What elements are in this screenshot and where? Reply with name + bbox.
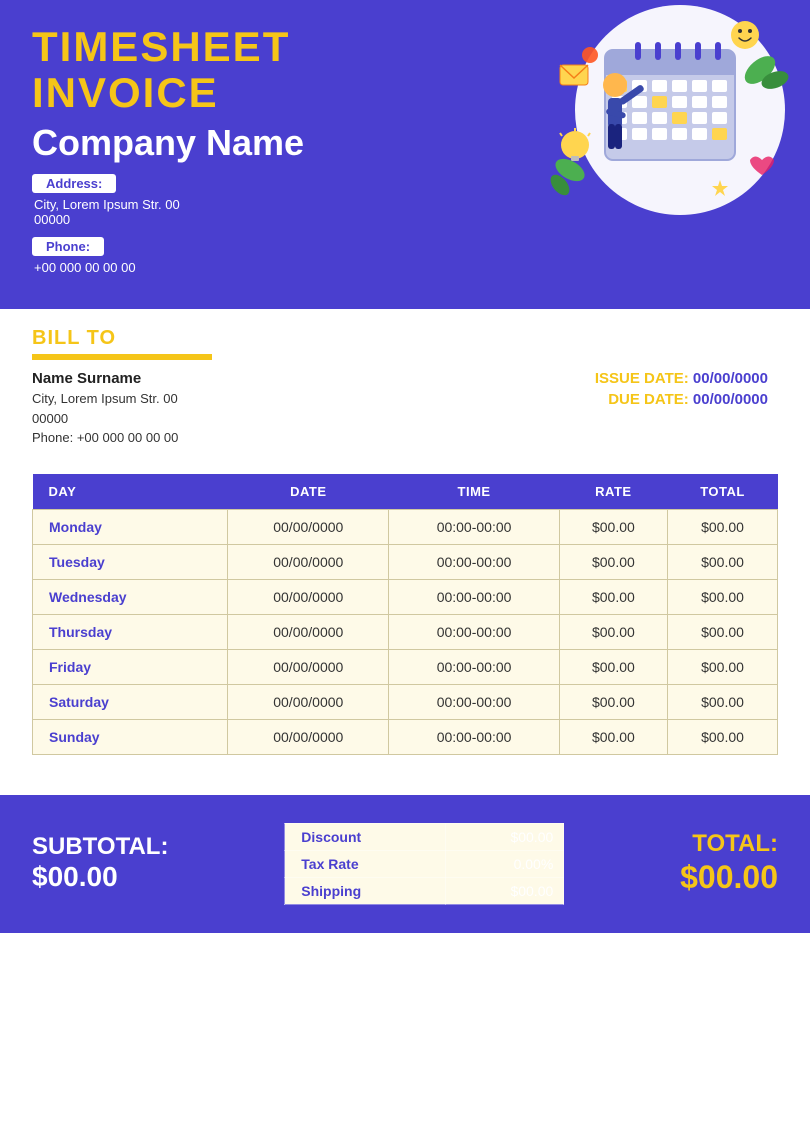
bill-to-left: Name Surname City, Lorem Ipsum Str. 0000… <box>32 370 595 448</box>
total-label: TOTAL: <box>680 831 778 857</box>
col-rate: RATE <box>559 474 667 510</box>
tax-label: Tax Rate <box>285 850 446 877</box>
cell-total: $00.00 <box>668 544 778 579</box>
col-date: DATE <box>228 474 389 510</box>
summary-table: Discount $00.00 Tax Rate 0.00% Shipping … <box>284 823 564 905</box>
cell-date: 00/00/0000 <box>228 579 389 614</box>
cell-rate: $00.00 <box>559 579 667 614</box>
bill-to-name: Name Surname <box>32 370 595 387</box>
summary-inner-table: Discount $00.00 Tax Rate 0.00% Shipping … <box>284 823 564 905</box>
cell-rate: $00.00 <box>559 544 667 579</box>
bill-to-title: BILL TO <box>32 327 778 350</box>
cell-rate: $00.00 <box>559 509 667 544</box>
table-body: Monday00/00/000000:00-00:00$00.00$00.00T… <box>33 509 778 754</box>
cell-total: $00.00 <box>668 649 778 684</box>
cell-time: 00:00-00:00 <box>389 684 559 719</box>
discount-row: Discount $00.00 <box>285 823 564 850</box>
discount-label: Discount <box>285 823 446 850</box>
cell-time: 00:00-00:00 <box>389 649 559 684</box>
shipping-value: $00.00 <box>446 877 564 904</box>
table-row: Sunday00/00/000000:00-00:00$00.00$00.00 <box>33 719 778 754</box>
tax-value: 0.00% <box>446 850 564 877</box>
footer: SUBTOTAL: $00.00 Discount $00.00 Tax Rat… <box>0 795 810 933</box>
table-row: Monday00/00/000000:00-00:00$00.00$00.00 <box>33 509 778 544</box>
cell-day: Thursday <box>33 614 228 649</box>
bill-to-right: ISSUE DATE: 00/00/0000 DUE DATE: 00/00/0… <box>595 370 778 412</box>
cell-time: 00:00-00:00 <box>389 614 559 649</box>
cell-total: $00.00 <box>668 684 778 719</box>
total-block: TOTAL: $00.00 <box>680 831 778 896</box>
cell-time: 00:00-00:00 <box>389 719 559 754</box>
bill-to-content: Name Surname City, Lorem Ipsum Str. 0000… <box>32 370 778 448</box>
col-day: DAY <box>33 474 228 510</box>
table-header: DAY DATE TIME RATE TOTAL <box>33 474 778 510</box>
subtotal-label: SUBTOTAL: <box>32 834 168 860</box>
cell-date: 00/00/0000 <box>228 719 389 754</box>
cell-time: 00:00-00:00 <box>389 579 559 614</box>
timesheet-table-section: DAY DATE TIME RATE TOTAL Monday00/00/000… <box>0 458 810 765</box>
cell-rate: $00.00 <box>559 719 667 754</box>
cell-rate: $00.00 <box>559 614 667 649</box>
total-value: $00.00 <box>680 858 778 896</box>
cell-total: $00.00 <box>668 614 778 649</box>
phone-label: Phone: <box>32 237 104 256</box>
cell-day: Saturday <box>33 684 228 719</box>
subtotal-block: SUBTOTAL: $00.00 <box>32 834 168 894</box>
shipping-row: Shipping $00.00 <box>285 877 564 904</box>
timesheet-table: DAY DATE TIME RATE TOTAL Monday00/00/000… <box>32 474 778 755</box>
cell-date: 00/00/0000 <box>228 684 389 719</box>
table-header-row: DAY DATE TIME RATE TOTAL <box>33 474 778 510</box>
shipping-label: Shipping <box>285 877 446 904</box>
bill-to-section: BILL TO Name Surname City, Lorem Ipsum S… <box>0 309 810 458</box>
subtotal-value: $00.00 <box>32 860 168 894</box>
table-row: Thursday00/00/000000:00-00:00$00.00$00.0… <box>33 614 778 649</box>
cell-total: $00.00 <box>668 579 778 614</box>
due-date-label: DUE DATE: 00/00/0000 <box>595 391 768 408</box>
cell-date: 00/00/0000 <box>228 614 389 649</box>
cell-total: $00.00 <box>668 719 778 754</box>
cell-time: 00:00-00:00 <box>389 544 559 579</box>
company-name: Company Name <box>32 122 442 164</box>
col-time: TIME <box>389 474 559 510</box>
discount-value: $00.00 <box>446 823 564 850</box>
header-illustration <box>460 0 800 220</box>
tax-row: Tax Rate 0.00% <box>285 850 564 877</box>
table-row: Saturday00/00/000000:00-00:00$00.00$00.0… <box>33 684 778 719</box>
cell-rate: $00.00 <box>559 684 667 719</box>
due-date-value: 00/00/0000 <box>693 391 768 408</box>
cell-day: Monday <box>33 509 228 544</box>
issue-date-value: 00/00/0000 <box>693 370 768 387</box>
issue-date-label: ISSUE DATE: 00/00/0000 <box>595 370 768 387</box>
table-row: Friday00/00/000000:00-00:00$00.00$00.00 <box>33 649 778 684</box>
cell-day: Sunday <box>33 719 228 754</box>
table-row: Wednesday00/00/000000:00-00:00$00.00$00.… <box>33 579 778 614</box>
bill-to-details: City, Lorem Ipsum Str. 0000000 Phone: +0… <box>32 389 595 448</box>
invoice-title: TIMESHEET INVOICE <box>32 24 442 116</box>
cell-day: Wednesday <box>33 579 228 614</box>
address-value: City, Lorem Ipsum Str. 0000000 <box>34 197 442 227</box>
bill-to-underline <box>32 354 212 360</box>
summary-table-body: Discount $00.00 Tax Rate 0.00% Shipping … <box>285 823 564 904</box>
cell-rate: $00.00 <box>559 649 667 684</box>
cell-date: 00/00/0000 <box>228 649 389 684</box>
address-label: Address: <box>32 174 116 193</box>
phone-value: +00 000 00 00 00 <box>34 260 442 275</box>
cell-time: 00:00-00:00 <box>389 509 559 544</box>
table-row: Tuesday00/00/000000:00-00:00$00.00$00.00 <box>33 544 778 579</box>
cell-total: $00.00 <box>668 509 778 544</box>
cell-date: 00/00/0000 <box>228 509 389 544</box>
cell-day: Friday <box>33 649 228 684</box>
header: TIMESHEET INVOICE Company Name Address: … <box>0 0 810 309</box>
cell-day: Tuesday <box>33 544 228 579</box>
cell-date: 00/00/0000 <box>228 544 389 579</box>
header-left: TIMESHEET INVOICE Company Name Address: … <box>32 24 442 309</box>
col-total: TOTAL <box>668 474 778 510</box>
